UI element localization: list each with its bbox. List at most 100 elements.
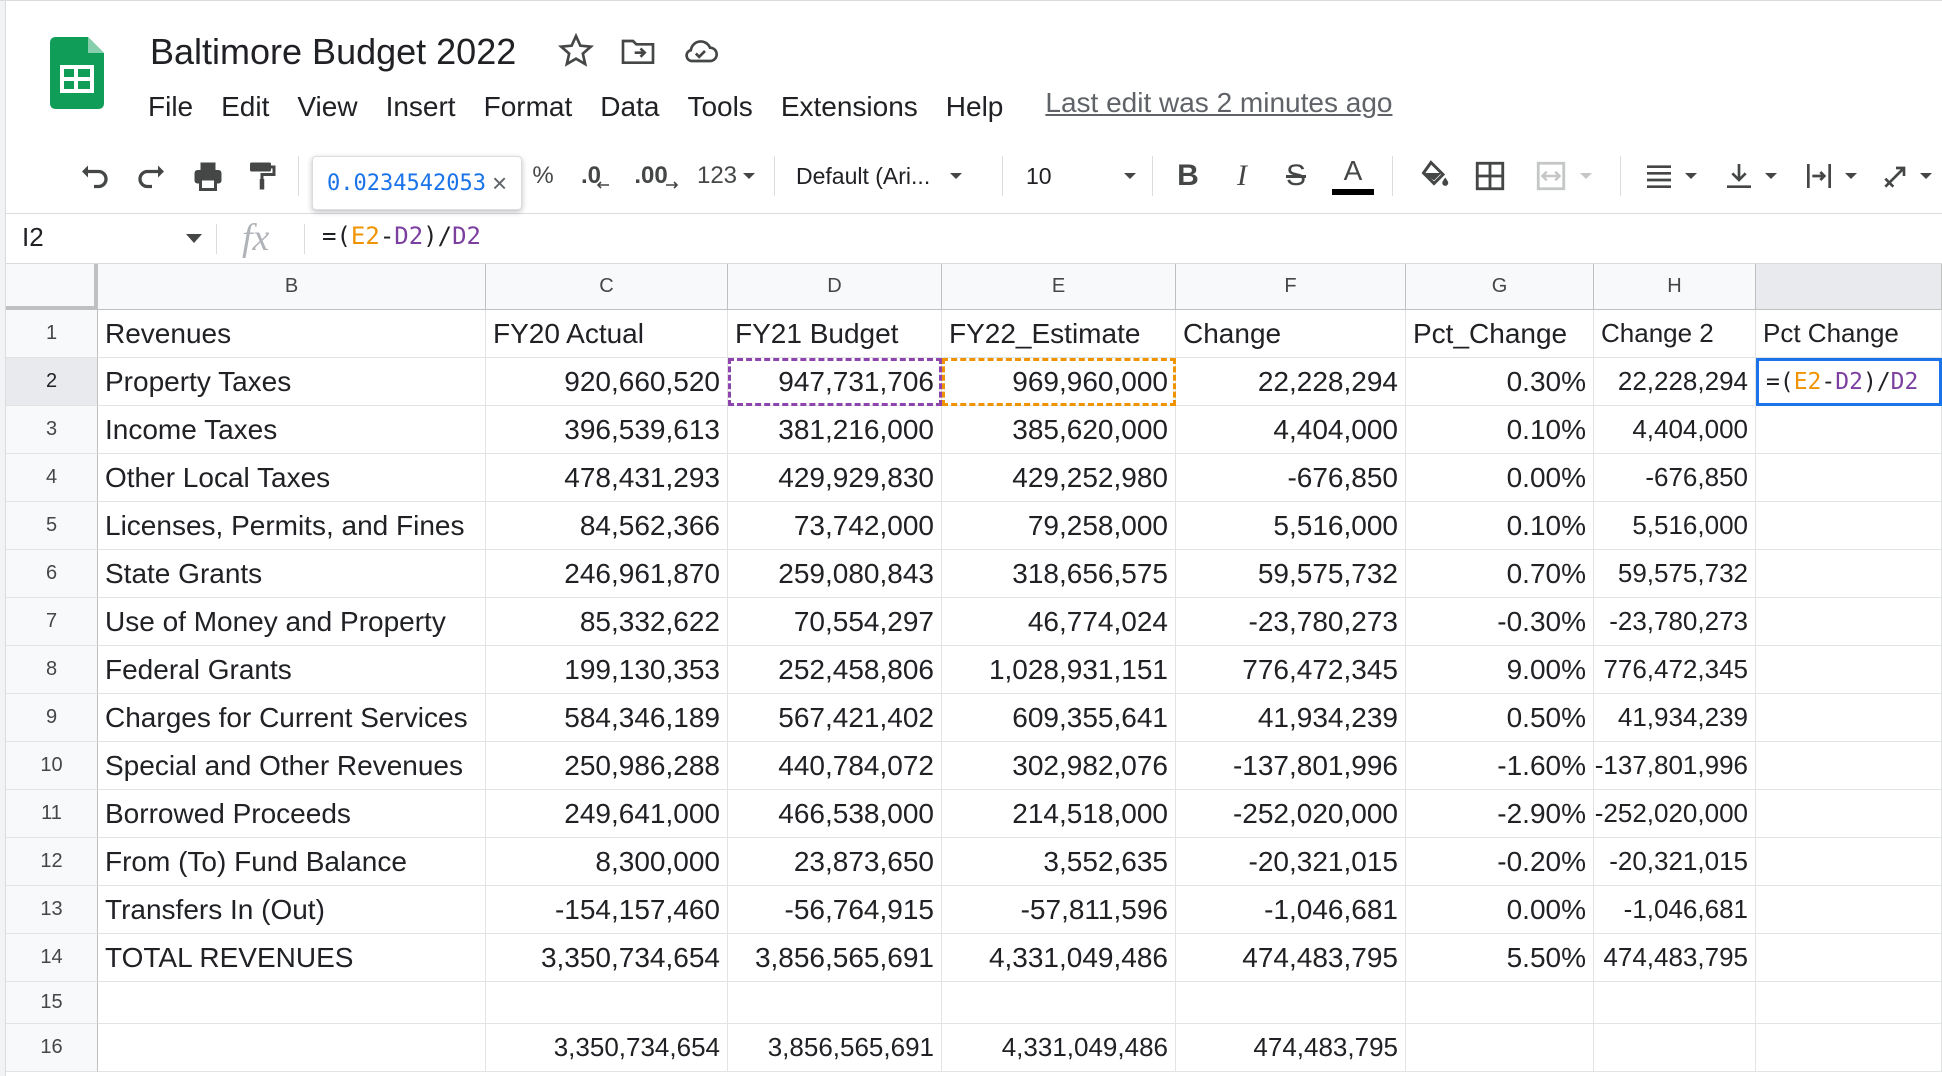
- table-cell[interactable]: 46,774,024: [942, 598, 1176, 646]
- table-cell[interactable]: 4,404,000: [1594, 406, 1756, 454]
- table-cell[interactable]: [1756, 742, 1942, 790]
- table-cell[interactable]: 3,856,565,691: [728, 1024, 942, 1072]
- table-cell[interactable]: 0.70%: [1406, 550, 1594, 598]
- row-header[interactable]: 16: [6, 1024, 98, 1072]
- decrease-decimal-button[interactable]: .0: [574, 154, 618, 198]
- table-cell[interactable]: 199,130,353: [486, 646, 728, 694]
- menu-tools[interactable]: Tools: [673, 87, 766, 127]
- table-cell[interactable]: 59,575,732: [1594, 550, 1756, 598]
- paint-format-icon[interactable]: [240, 154, 284, 198]
- table-cell[interactable]: 920,660,520: [486, 358, 728, 406]
- menu-extensions[interactable]: Extensions: [767, 87, 932, 127]
- table-cell[interactable]: Change 2: [1594, 310, 1756, 358]
- table-cell[interactable]: 474,483,795: [1176, 1024, 1406, 1072]
- table-cell[interactable]: -56,764,915: [728, 886, 942, 934]
- menu-format[interactable]: Format: [470, 87, 587, 127]
- table-cell[interactable]: [98, 1024, 486, 1072]
- table-cell[interactable]: [1756, 934, 1942, 982]
- table-cell[interactable]: [1756, 502, 1942, 550]
- font-family-select[interactable]: Default (Ari...: [796, 154, 986, 198]
- table-cell[interactable]: State Grants: [98, 550, 486, 598]
- row-header[interactable]: 10: [6, 742, 98, 790]
- table-cell[interactable]: [1756, 406, 1942, 454]
- menu-view[interactable]: View: [283, 87, 371, 127]
- table-cell[interactable]: [486, 982, 728, 1024]
- table-cell[interactable]: -1.60%: [1406, 742, 1594, 790]
- table-cell[interactable]: -2.90%: [1406, 790, 1594, 838]
- table-cell[interactable]: 4,331,049,486: [942, 934, 1176, 982]
- row-header[interactable]: 7: [6, 598, 98, 646]
- table-cell[interactable]: -1,046,681: [1176, 886, 1406, 934]
- table-cell[interactable]: 3,350,734,654: [486, 934, 728, 982]
- table-cell[interactable]: Licenses, Permits, and Fines: [98, 502, 486, 550]
- row-header[interactable]: 4: [6, 454, 98, 502]
- table-cell[interactable]: -252,020,000: [1176, 790, 1406, 838]
- column-header-f[interactable]: F: [1176, 264, 1406, 310]
- row-header[interactable]: 2: [6, 358, 98, 406]
- undo-icon[interactable]: [72, 154, 116, 198]
- table-cell[interactable]: 429,252,980: [942, 454, 1176, 502]
- row-header[interactable]: 8: [6, 646, 98, 694]
- table-cell[interactable]: Change: [1176, 310, 1406, 358]
- table-cell[interactable]: -0.20%: [1406, 838, 1594, 886]
- table-cell[interactable]: 478,431,293: [486, 454, 728, 502]
- table-cell[interactable]: 41,934,239: [1176, 694, 1406, 742]
- table-cell[interactable]: 79,258,000: [942, 502, 1176, 550]
- table-cell[interactable]: 84,562,366: [486, 502, 728, 550]
- name-box[interactable]: I2: [22, 222, 44, 253]
- table-cell[interactable]: 302,982,076: [942, 742, 1176, 790]
- close-icon[interactable]: ×: [492, 168, 507, 199]
- column-header-c[interactable]: C: [486, 264, 728, 310]
- table-cell[interactable]: 776,472,345: [1594, 646, 1756, 694]
- table-cell[interactable]: 947,731,706: [728, 358, 942, 406]
- table-cell[interactable]: Use of Money and Property: [98, 598, 486, 646]
- table-cell[interactable]: [1756, 694, 1942, 742]
- table-cell[interactable]: Borrowed Proceeds: [98, 790, 486, 838]
- increase-decimal-button[interactable]: .00: [630, 154, 684, 198]
- table-cell[interactable]: Federal Grants: [98, 646, 486, 694]
- table-cell[interactable]: [1176, 982, 1406, 1024]
- horizontal-align-icon[interactable]: [1636, 154, 1706, 198]
- table-cell[interactable]: 22,228,294: [1176, 358, 1406, 406]
- table-cell[interactable]: -20,321,015: [1594, 838, 1756, 886]
- table-cell[interactable]: 385,620,000: [942, 406, 1176, 454]
- table-cell[interactable]: 73,742,000: [728, 502, 942, 550]
- table-cell[interactable]: 246,961,870: [486, 550, 728, 598]
- table-cell[interactable]: 584,346,189: [486, 694, 728, 742]
- table-cell[interactable]: FY21 Budget: [728, 310, 942, 358]
- table-cell[interactable]: [1594, 1024, 1756, 1072]
- table-cell[interactable]: Property Taxes: [98, 358, 486, 406]
- table-cell[interactable]: [1406, 1024, 1594, 1072]
- table-cell[interactable]: 4,331,049,486: [942, 1024, 1176, 1072]
- table-cell[interactable]: 4,404,000: [1176, 406, 1406, 454]
- table-cell[interactable]: 0.10%: [1406, 406, 1594, 454]
- fill-color-icon[interactable]: [1412, 154, 1456, 198]
- cloud-saved-icon[interactable]: [680, 31, 720, 71]
- table-cell[interactable]: 381,216,000: [728, 406, 942, 454]
- active-cell-i2[interactable]: =(E2-D2)/D2: [1756, 358, 1942, 406]
- table-cell[interactable]: 23,873,650: [728, 838, 942, 886]
- strikethrough-button[interactable]: S: [1274, 154, 1318, 198]
- table-cell[interactable]: 249,641,000: [486, 790, 728, 838]
- italic-button[interactable]: I: [1220, 154, 1264, 198]
- table-cell[interactable]: Pct_Change: [1406, 310, 1594, 358]
- table-cell[interactable]: [1406, 982, 1594, 1024]
- table-cell[interactable]: 252,458,806: [728, 646, 942, 694]
- table-cell[interactable]: Revenues: [98, 310, 486, 358]
- bold-button[interactable]: B: [1166, 154, 1210, 198]
- table-cell[interactable]: FY22_Estimate: [942, 310, 1176, 358]
- table-cell[interactable]: Other Local Taxes: [98, 454, 486, 502]
- table-cell[interactable]: -23,780,273: [1176, 598, 1406, 646]
- table-cell[interactable]: 0.50%: [1406, 694, 1594, 742]
- table-cell[interactable]: 259,080,843: [728, 550, 942, 598]
- table-cell[interactable]: -676,850: [1176, 454, 1406, 502]
- table-cell[interactable]: 0.10%: [1406, 502, 1594, 550]
- last-edit-link[interactable]: Last edit was 2 minutes ago: [1045, 87, 1392, 127]
- table-cell[interactable]: 429,929,830: [728, 454, 942, 502]
- menu-data[interactable]: Data: [586, 87, 673, 127]
- table-cell[interactable]: Charges for Current Services: [98, 694, 486, 742]
- table-cell[interactable]: -137,801,996: [1176, 742, 1406, 790]
- column-header-d[interactable]: D: [728, 264, 942, 310]
- table-cell[interactable]: [1756, 1024, 1942, 1072]
- table-cell[interactable]: [942, 982, 1176, 1024]
